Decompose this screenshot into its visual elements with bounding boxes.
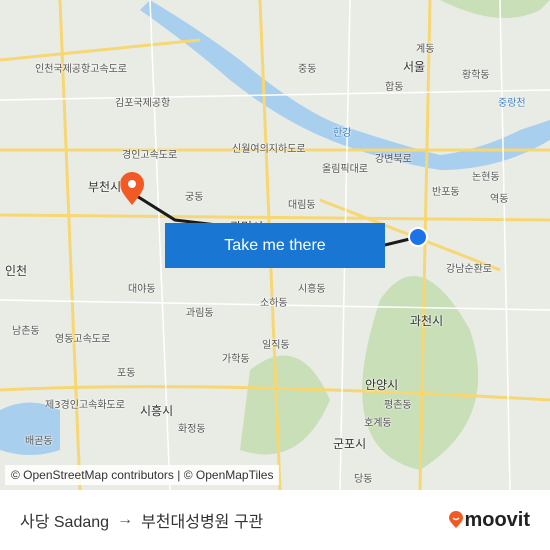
map-attribution[interactable]: © OpenStreetMap contributors | © OpenMap…: [5, 465, 280, 485]
map-place-label: 계동: [416, 44, 435, 55]
map-place-label: 과천시: [410, 314, 444, 328]
map-place-label: 시흥시: [140, 404, 174, 418]
brand-name: moovit: [464, 508, 530, 531]
moovit-logo[interactable]: moovit: [448, 509, 530, 532]
map-place-label: 인천: [5, 264, 28, 278]
map-place-label: 대림동: [288, 200, 316, 211]
map-place-label: 호계동: [364, 418, 392, 429]
map[interactable]: 서울 한강 김포국제공항 인천국제공항고속도로 경인고속도로 신월여의지하도로 올림픽대로 강…: [0, 0, 550, 490]
arrow-right-icon: →: [117, 511, 134, 528]
map-place-label: 소하동: [260, 298, 288, 309]
map-place-label: 당동: [354, 474, 373, 485]
moovit-pin-icon: [449, 511, 464, 528]
route-summary: 사당 Sadang → 부천대성병원 구관: [20, 508, 263, 532]
map-place-label: 논현동: [472, 172, 500, 183]
map-place-label: 올림픽대로: [322, 164, 368, 175]
map-place-label: 부천시: [88, 180, 122, 194]
footer: 사당 Sadang → 부천대성병원 구관 moovit: [0, 490, 550, 550]
map-place-label: 대야동: [128, 284, 156, 295]
map-place-label: 화정동: [178, 424, 206, 435]
map-place-label: 포동: [117, 368, 136, 379]
map-place-label: 합동: [385, 82, 404, 93]
map-place-label: 경인고속도로: [122, 150, 178, 161]
map-place-label: 서울: [403, 60, 426, 74]
map-place-label: 김포국제공항: [115, 98, 171, 109]
map-place-label: 역동: [490, 194, 509, 205]
map-place-label: 과림동: [186, 308, 214, 319]
map-place-label: 배곧동: [25, 436, 53, 447]
map-place-label: 중랑천: [498, 98, 526, 109]
map-place-label: 남촌동: [12, 326, 40, 337]
map-place-label: 평촌동: [384, 400, 412, 411]
map-place-label: 궁동: [185, 192, 204, 203]
map-place-label: 신월여의지하도로: [232, 144, 306, 155]
map-place-label: 중동: [298, 64, 317, 75]
origin-name: 사당 Sadang: [20, 514, 110, 531]
map-place-label: 인천국제공항고속도로: [35, 64, 127, 75]
destination-name: 부천대성병원 구관: [141, 514, 264, 531]
map-place-label: 군포시: [333, 437, 367, 451]
origin-marker: [408, 227, 428, 247]
map-place-label: 안양시: [365, 378, 399, 392]
map-place-label: 황학동: [462, 70, 490, 81]
destination-pin-icon: [120, 172, 144, 205]
take-me-there-button[interactable]: Take me there: [165, 223, 385, 268]
map-place-label: 강남순환로: [446, 264, 492, 275]
map-place-label: 제3경인고속화도로: [45, 400, 125, 411]
map-place-label: 반포동: [432, 187, 460, 198]
map-place-label: 시흥동: [298, 284, 326, 295]
map-place-label: 강변북로: [375, 154, 412, 165]
map-place-label: 일직동: [262, 340, 290, 351]
map-place-label: 한강: [333, 128, 352, 139]
map-place-label: 영동고속도로: [55, 334, 111, 345]
map-place-label: 가학동: [222, 354, 250, 365]
